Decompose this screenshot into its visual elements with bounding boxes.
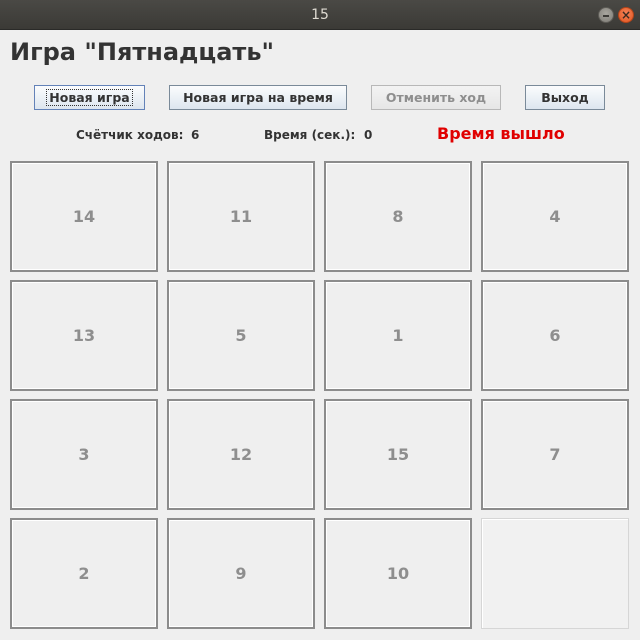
tile[interactable]: 6 xyxy=(481,280,629,391)
game-heading: Игра "Пятнадцать" xyxy=(10,38,274,66)
game-board: 14 11 8 4 13 5 1 6 3 12 15 7 2 9 10 xyxy=(10,161,632,629)
title-bar[interactable]: 15 × xyxy=(0,0,640,30)
moves-counter-value: 6 xyxy=(191,128,200,142)
timer-label: Время (сек.): xyxy=(264,128,356,142)
tile[interactable]: 1 xyxy=(324,280,472,391)
tile[interactable]: 12 xyxy=(167,399,315,510)
tile[interactable]: 7 xyxy=(481,399,629,510)
time-up-message: Время вышло xyxy=(437,124,565,143)
new-game-button-label: Новая игра xyxy=(46,89,133,106)
timer-value: 0 xyxy=(364,128,373,142)
undo-move-button-label: Отменить ход xyxy=(385,90,487,105)
tile[interactable]: 4 xyxy=(481,161,629,272)
new-timed-game-button-label: Новая игра на время xyxy=(183,90,333,105)
window-title: 15 xyxy=(311,7,329,23)
tile[interactable]: 14 xyxy=(10,161,158,272)
tile[interactable]: 8 xyxy=(324,161,472,272)
tile[interactable]: 15 xyxy=(324,399,472,510)
tile[interactable]: 9 xyxy=(167,518,315,629)
close-icon[interactable]: × xyxy=(618,7,634,23)
empty-tile[interactable] xyxy=(481,518,629,629)
close-glyph: × xyxy=(620,8,632,22)
minimize-icon[interactable] xyxy=(598,7,614,23)
exit-button-label: Выход xyxy=(541,90,589,105)
new-game-button[interactable]: Новая игра xyxy=(34,85,145,110)
tile[interactable]: 13 xyxy=(10,280,158,391)
tile[interactable]: 10 xyxy=(324,518,472,629)
moves-counter-label: Счётчик ходов: xyxy=(76,128,184,142)
new-timed-game-button[interactable]: Новая игра на время xyxy=(169,85,347,110)
exit-button[interactable]: Выход xyxy=(525,85,605,110)
game-window: 15 × Игра "Пятнадцать" Новая игра Новая … xyxy=(0,0,640,640)
tile[interactable]: 5 xyxy=(167,280,315,391)
tile[interactable]: 2 xyxy=(10,518,158,629)
undo-move-button[interactable]: Отменить ход xyxy=(371,85,501,110)
tile[interactable]: 11 xyxy=(167,161,315,272)
tile[interactable]: 3 xyxy=(10,399,158,510)
